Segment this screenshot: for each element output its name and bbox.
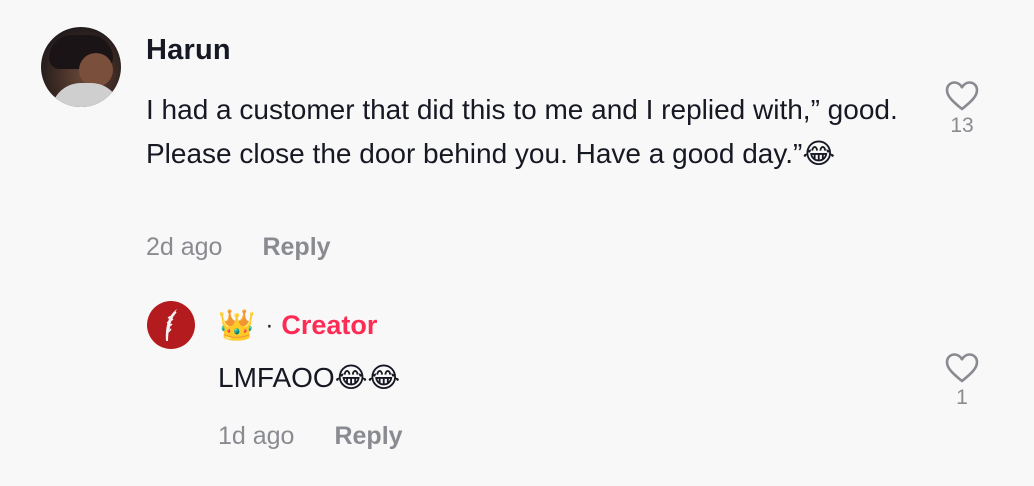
creator-avatar[interactable]	[147, 301, 195, 349]
reply-like-button[interactable]: 1	[938, 352, 986, 410]
comment-reply-button[interactable]: Reply	[262, 233, 330, 261]
commenter-avatar[interactable]	[41, 27, 121, 107]
commenter-username[interactable]: Harun	[146, 34, 231, 67]
comment-like-button[interactable]: 13	[938, 80, 986, 138]
comment-body: I had a customer that did this to me and…	[146, 88, 936, 176]
reply-body: LMFAOO😂😂	[218, 362, 400, 394]
crown-emoji[interactable]: 👑	[218, 310, 255, 341]
comment-thread: Harun I had a customer that did this to …	[0, 0, 1034, 486]
comment-like-count: 13	[950, 114, 974, 137]
reply-text: LMFAOO	[218, 362, 335, 393]
avatar-face-shape	[79, 53, 113, 87]
separator-dot: ·	[265, 311, 274, 339]
feather-icon	[165, 309, 177, 341]
creator-badge: Creator	[281, 310, 378, 340]
comment-text: I had a customer that did this to me and…	[146, 94, 898, 169]
reply-meta: 1d ago Reply	[218, 422, 403, 451]
comment-meta: 2d ago Reply	[146, 233, 331, 262]
heart-outline-icon	[945, 81, 979, 111]
comment-timestamp: 2d ago	[146, 233, 223, 261]
heart-outline-icon	[945, 353, 979, 383]
laughing-emoji: 😂	[802, 138, 836, 169]
reply-reply-button[interactable]: Reply	[334, 422, 402, 450]
reply-like-count: 1	[956, 386, 968, 409]
avatar-shirt-shape	[51, 83, 121, 107]
reply-timestamp: 1d ago	[218, 422, 295, 450]
reply-header: 👑 · Creator	[218, 310, 377, 341]
laughing-emojis: 😂😂	[334, 362, 401, 393]
